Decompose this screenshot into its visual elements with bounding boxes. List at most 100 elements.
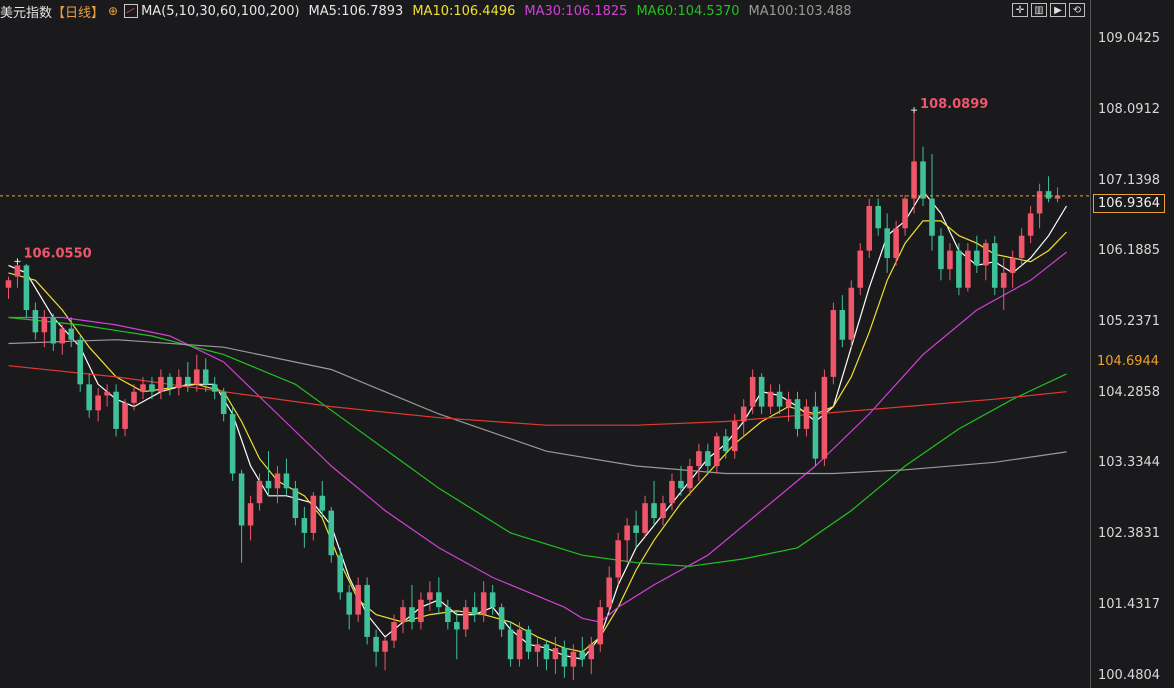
candle: [382, 636, 388, 671]
candle-body: [1027, 213, 1034, 236]
candle-body: [391, 622, 397, 641]
play-icon[interactable]: ▶: [1050, 3, 1066, 17]
candle-body: [418, 599, 424, 623]
candle-body: [731, 421, 738, 452]
candle-body: [947, 250, 953, 270]
ma-line-ma10: [8, 220, 1067, 653]
candle: [705, 443, 711, 474]
candle-body: [409, 607, 415, 623]
candle-body: [722, 436, 729, 452]
candlestick-chart: 108.0899 106.0550: [0, 97, 1090, 680]
y-tick-label: 108.0912: [1098, 102, 1161, 118]
candle-body: [920, 161, 926, 199]
period-selector[interactable]: 【日线】: [52, 2, 104, 21]
y-tick-label: 101.4317: [1098, 596, 1161, 612]
candle: [830, 302, 837, 385]
candle-body: [283, 473, 290, 489]
candle-body: [337, 555, 344, 593]
candle-body: [534, 644, 541, 652]
candle: [543, 640, 550, 671]
instrument-title: 美元指数: [0, 5, 53, 21]
high-annotation-marker: [911, 107, 918, 114]
ma5-value: MA5:106.7893: [308, 3, 404, 19]
candle: [606, 566, 612, 615]
y-tick-label: 100.4804: [1098, 667, 1161, 683]
candle: [454, 610, 460, 660]
candle-body: [5, 280, 12, 288]
ma-indicator-icon[interactable]: [124, 4, 139, 18]
current-price-tag: 106.9364: [1093, 193, 1166, 213]
candle: [95, 388, 101, 422]
candle-body: [938, 235, 944, 270]
candle-body: [687, 466, 693, 489]
candle: [687, 458, 693, 496]
candle-body: [14, 265, 21, 277]
candle: [696, 443, 702, 481]
candle-body: [274, 473, 281, 489]
candle-body: [454, 622, 460, 630]
chart-toolbar: ✛ ▥ ▶ ⟲: [1012, 3, 1088, 17]
candle-body: [785, 399, 792, 407]
candle-body: [597, 607, 604, 645]
candle: [158, 369, 164, 400]
candle: [292, 480, 299, 526]
expand-icon[interactable]: ✛: [1012, 3, 1028, 17]
candle: [947, 243, 953, 281]
candle-body: [59, 328, 66, 344]
candle: [498, 603, 505, 637]
bar-style-icon[interactable]: ▥: [1031, 3, 1047, 17]
candle-body: [911, 161, 917, 199]
candle-body: [965, 250, 971, 288]
candle-body: [696, 451, 702, 467]
add-indicator-icon[interactable]: ⊕: [108, 4, 118, 18]
ma-line-ma30: [8, 251, 1067, 623]
candle-body: [32, 310, 39, 333]
candle-body: [893, 228, 899, 259]
y-tick-label: 107.1398: [1098, 172, 1161, 188]
candle-body: [489, 592, 496, 608]
candle-body: [364, 584, 370, 637]
ma-params[interactable]: MA(5,10,30,60,100,200): [141, 4, 299, 19]
candle: [983, 239, 989, 281]
candle: [597, 599, 604, 652]
candle-body: [714, 436, 720, 467]
candle-body: [1036, 191, 1043, 214]
candle-body: [794, 399, 801, 429]
candle-body: [705, 451, 711, 467]
reset-icon[interactable]: ⟲: [1069, 3, 1085, 17]
candle-body: [113, 391, 119, 429]
candle: [256, 473, 263, 511]
candle: [839, 295, 846, 348]
candle: [714, 432, 720, 474]
candle: [68, 317, 75, 348]
candle-body: [991, 243, 998, 288]
candle: [767, 384, 774, 415]
candle-body: [220, 391, 227, 415]
candle-body: [749, 376, 756, 407]
candle-body: [929, 198, 935, 236]
candle: [400, 599, 406, 634]
indicator-header: 美元指数 【日线】 ⊕ MA(5,10,30,60,100,200) MA5:1…: [0, 0, 1012, 22]
candle: [642, 495, 648, 537]
candle-body: [767, 391, 774, 407]
candle-body: [776, 391, 783, 407]
candle: [436, 577, 442, 615]
candle-body: [516, 629, 523, 660]
candle: [104, 384, 110, 407]
candle-body: [561, 648, 568, 667]
candle: [1054, 187, 1061, 203]
candle: [427, 581, 433, 611]
candle: [624, 518, 630, 563]
candle-body: [803, 406, 810, 429]
candle: [229, 406, 236, 481]
candle: [722, 428, 729, 459]
candle: [86, 373, 92, 418]
candle-body: [436, 592, 442, 608]
candle-body: [95, 395, 101, 411]
candle: [965, 243, 971, 292]
candle-body: [265, 480, 272, 489]
candle: [884, 213, 890, 273]
candle: [660, 495, 666, 526]
candle-body: [167, 376, 173, 389]
candle-body: [606, 577, 612, 608]
